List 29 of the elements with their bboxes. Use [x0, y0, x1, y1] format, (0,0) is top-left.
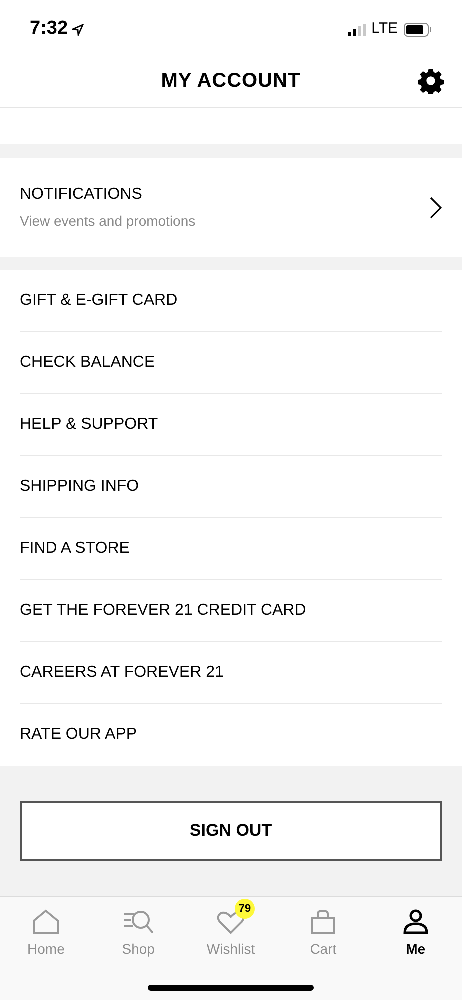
menu-item[interactable]: GIFT & E-GIFT CARD: [20, 270, 442, 332]
menu-item[interactable]: CHECK BALANCE: [20, 332, 442, 394]
page-title: MY ACCOUNT: [161, 69, 301, 94]
network-label: LTE: [372, 19, 398, 40]
notifications-row[interactable]: NOTIFICATIONS View events and promotions: [0, 158, 462, 257]
menu-item[interactable]: SHIPPING INFO: [20, 456, 442, 518]
row-title: NOTIFICATIONS: [20, 185, 144, 205]
battery-icon: [404, 22, 432, 36]
chevron-right-icon: [430, 196, 442, 218]
location-arrow-icon: [72, 24, 84, 36]
user-icon: [402, 909, 429, 935]
status-time: 7:32: [30, 17, 68, 42]
heart-icon: [217, 911, 246, 935]
count-badge: 79: [235, 899, 256, 919]
tab-bar-item[interactable]: Me: [370, 897, 462, 960]
bag-icon: [310, 909, 336, 935]
tab-bar-item[interactable]: 79 Wishlist: [184, 897, 278, 960]
signal-icon: [348, 24, 366, 36]
menu-item[interactable]: RATE OUR APP: [20, 704, 442, 766]
settings-button[interactable]: [418, 68, 444, 94]
home-icon: [32, 909, 60, 935]
sign-out-button[interactable]: SIGN OUT: [20, 801, 442, 861]
row-subtitle: View events and promotions: [20, 212, 196, 231]
menu-item[interactable]: FIND A STORE: [20, 518, 442, 580]
menu-item[interactable]: GET THE FOREVER 21 CREDIT CARD: [20, 580, 442, 642]
menu-item[interactable]: CAREERS AT FOREVER 21: [20, 642, 442, 704]
search-icon: [122, 909, 156, 935]
menu-item[interactable]: HELP & SUPPORT: [20, 394, 442, 456]
settings-icon: [418, 68, 444, 94]
